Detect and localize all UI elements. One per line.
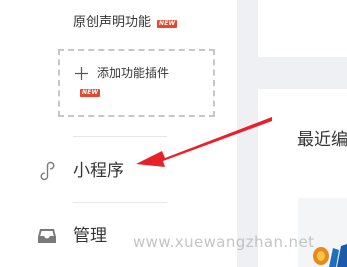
- manage-label: 管理: [73, 226, 107, 246]
- new-badge: NEW: [157, 19, 178, 28]
- mini-program-label: 小程序: [73, 161, 124, 181]
- section-title: 最近编: [297, 130, 347, 150]
- original-statement-label: 原创声明功能: [73, 15, 152, 30]
- inbox-icon: [36, 225, 58, 247]
- add-plugin-label: 添加功能插件: [97, 66, 170, 80]
- divider: [73, 136, 167, 137]
- plus-icon: [75, 67, 88, 80]
- content-top-panel: [258, 0, 347, 57]
- sidebar: 原创声明功能 NEW 添加功能插件 NEW 小程序 管理: [0, 0, 237, 267]
- add-plugin-button[interactable]: 添加功能插件 NEW: [58, 49, 215, 117]
- page: 原创声明功能 NEW 添加功能插件 NEW 小程序 管理 最近编 www.xue…: [0, 0, 347, 267]
- divider: [73, 202, 167, 203]
- thumbnail-logo-icon: [313, 244, 347, 267]
- sidebar-item-original-statement[interactable]: 原创声明功能 NEW: [73, 13, 178, 33]
- new-badge: NEW: [80, 89, 101, 97]
- link-icon: [36, 160, 58, 182]
- sidebar-item-mini-program[interactable]: 小程序: [36, 156, 124, 186]
- watermark: www.xuewangzhan.net: [133, 233, 315, 251]
- sidebar-item-manage[interactable]: 管理: [36, 221, 107, 251]
